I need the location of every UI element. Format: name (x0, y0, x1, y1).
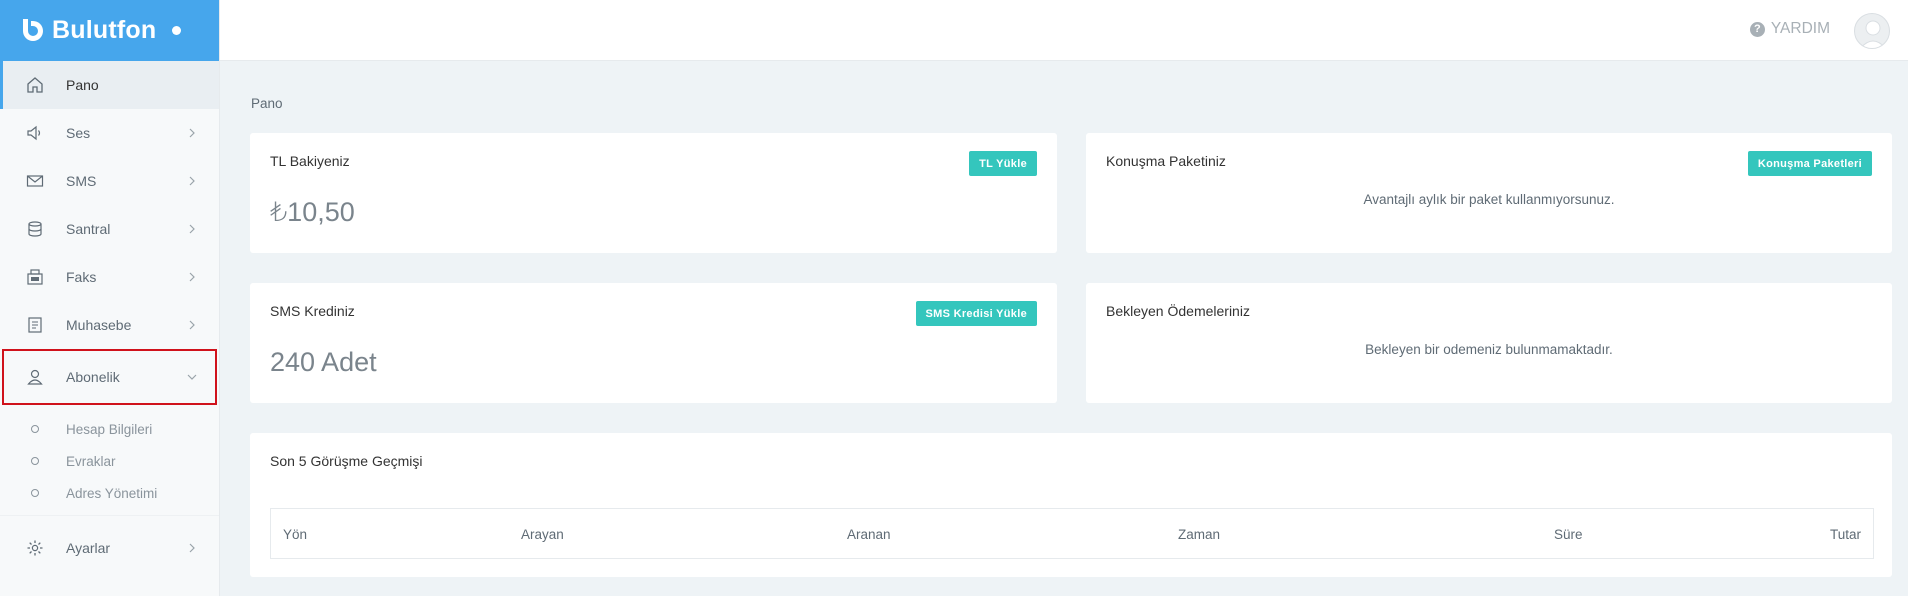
speaker-icon (24, 122, 46, 144)
bullet-icon (31, 425, 39, 433)
sidebar: Bulutfon Pano Ses SMS Santral Faks Muhas… (0, 0, 220, 596)
sidebar-item-sms[interactable]: SMS (0, 157, 219, 205)
subitem-evraklar[interactable]: Evraklar (0, 445, 219, 477)
sidebar-item-label: Faks (66, 269, 97, 285)
gear-icon (24, 537, 46, 559)
home-icon (24, 74, 46, 96)
abonelik-submenu: Hesap Bilgileri Evraklar Adres Yönetimi (0, 405, 219, 516)
card-title: Bekleyen Ödemeleriniz (1106, 303, 1250, 319)
column-header-tutar[interactable]: Tutar (1830, 527, 1861, 542)
sidebar-item-muhasebe[interactable]: Muhasebe (0, 301, 219, 349)
topbar: ? YARDIM (220, 0, 1908, 61)
sidebar-item-pano[interactable]: Pano (0, 61, 219, 109)
chevron-right-icon (187, 224, 197, 234)
subitem-label: Evraklar (66, 453, 116, 469)
sidebar-item-label: Abonelik (66, 369, 120, 385)
subitem-label: Adres Yönetimi (66, 485, 158, 501)
chevron-right-icon (187, 176, 197, 186)
sidebar-item-label: Pano (66, 77, 99, 93)
balance-card: TL Bakiyeniz TL Yükle ₺10,50 (250, 133, 1057, 253)
breadcrumb: Pano (251, 96, 283, 111)
balance-value: ₺10,50 (270, 197, 355, 227)
history-table: Yön Arayan Aranan Zaman Süre Tutar (270, 508, 1874, 559)
sms-value: 240 Adet (270, 347, 377, 377)
column-header-yon[interactable]: Yön (283, 527, 307, 542)
sidebar-item-label: Ayarlar (66, 540, 111, 556)
envelope-icon (24, 170, 46, 192)
help-link[interactable]: ? YARDIM (1749, 20, 1830, 38)
bullet-icon (31, 457, 39, 465)
subitem-adres-yonetimi[interactable]: Adres Yönetimi (0, 477, 219, 509)
card-title: SMS Krediniz (270, 303, 355, 319)
chevron-right-icon (187, 320, 197, 330)
konusma-paketleri-button[interactable]: Konuşma Paketleri (1747, 151, 1872, 176)
column-header-arayan[interactable]: Arayan (521, 527, 564, 542)
sidebar-item-abonelik[interactable]: Abonelik (2, 349, 217, 405)
chevron-right-icon (187, 128, 197, 138)
avatar[interactable] (1854, 13, 1890, 49)
card-title: Konuşma Paketiniz (1106, 153, 1226, 169)
sidebar-item-santral[interactable]: Santral (0, 205, 219, 253)
chevron-right-icon (187, 272, 197, 282)
chevron-right-icon (187, 543, 197, 553)
bullet-icon (31, 489, 39, 497)
sidebar-item-ses[interactable]: Ses (0, 109, 219, 157)
column-header-aranan[interactable]: Aranan (847, 527, 891, 542)
chevron-down-icon (187, 372, 197, 382)
brand-name: Bulutfon (52, 16, 157, 44)
tl-yukle-button[interactable]: TL Yükle (969, 151, 1037, 176)
sidebar-item-ayarlar[interactable]: Ayarlar (0, 524, 219, 572)
database-icon (24, 218, 46, 240)
sidebar-item-label: Ses (66, 125, 91, 141)
bulutfon-logo-icon (18, 16, 48, 46)
document-icon (24, 314, 46, 336)
card-title: TL Bakiyeniz (270, 153, 350, 169)
history-card: Son 5 Görüşme Geçmişi Yön Arayan Aranan … (250, 433, 1892, 577)
sms-card: SMS Krediniz SMS Kredisi Yükle 240 Adet (250, 283, 1057, 403)
column-header-sure[interactable]: Süre (1554, 527, 1583, 542)
payments-card: Bekleyen Ödemeleriniz Bekleyen bir odeme… (1086, 283, 1892, 403)
subitem-label: Hesap Bilgileri (66, 421, 153, 437)
question-circle-icon: ? (1749, 21, 1765, 37)
user-icon (24, 366, 46, 388)
fax-icon (24, 266, 46, 288)
sidebar-item-label: SMS (66, 173, 97, 189)
sms-kredisi-yukle-button[interactable]: SMS Kredisi Yükle (915, 301, 1037, 326)
help-label: YARDIM (1770, 20, 1830, 37)
main-content: Pano TL Bakiyeniz TL Yükle ₺10,50 Konuşm… (220, 61, 1908, 596)
sidebar-item-label: Muhasebe (66, 317, 132, 333)
sidebar-item-faks[interactable]: Faks (0, 253, 219, 301)
status-dot (172, 26, 182, 35)
package-note: Avantajlı aylık bir paket kullanmıyorsun… (1363, 192, 1615, 207)
column-header-zaman[interactable]: Zaman (1178, 527, 1220, 542)
payments-note: Bekleyen bir odemeniz bulunmamaktadır. (1365, 342, 1613, 357)
sidebar-item-label: Santral (66, 221, 111, 237)
subitem-hesap-bilgileri[interactable]: Hesap Bilgileri (0, 413, 219, 445)
brand-header[interactable]: Bulutfon (0, 0, 219, 61)
package-card: Konuşma Paketiniz Konuşma Paketleri Avan… (1086, 133, 1892, 253)
card-title: Son 5 Görüşme Geçmişi (270, 453, 423, 469)
sidebar-nav: Pano Ses SMS Santral Faks Muhasebe Abone… (0, 61, 219, 405)
